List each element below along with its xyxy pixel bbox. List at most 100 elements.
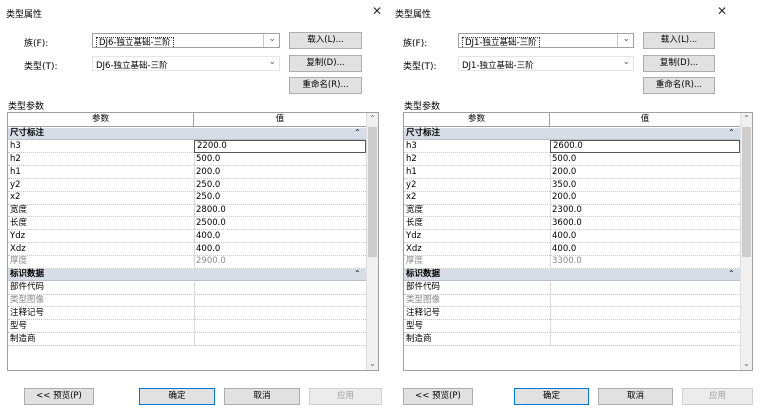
- parameter-value[interactable]: 200.0: [194, 167, 366, 179]
- parameter-value[interactable]: [194, 321, 366, 333]
- parameter-row[interactable]: Ydz 400.0: [8, 230, 366, 243]
- parameter-row[interactable]: h3 2200.0: [8, 140, 366, 154]
- parameter-row[interactable]: h1 200.0: [8, 166, 366, 179]
- group-row[interactable]: 尺寸标注 ⌃: [404, 127, 740, 141]
- parameter-row[interactable]: 制造商: [404, 333, 740, 346]
- parameter-row[interactable]: h2 500.0: [8, 154, 366, 167]
- parameter-value[interactable]: [194, 282, 366, 294]
- parameter-value[interactable]: 2600.0: [550, 140, 740, 153]
- parameter-row[interactable]: 类型图像: [404, 295, 740, 308]
- parameter-value[interactable]: [550, 334, 740, 346]
- parameter-value[interactable]: 2300.0: [550, 205, 740, 217]
- apply-button[interactable]: 应用: [682, 388, 753, 405]
- cancel-button[interactable]: 取消: [598, 388, 673, 405]
- parameter-value[interactable]: [550, 295, 740, 307]
- parameter-value[interactable]: 3600.0: [550, 218, 740, 230]
- parameter-value[interactable]: 2500.0: [194, 218, 366, 230]
- parameter-value[interactable]: [194, 334, 366, 346]
- scroll-up-icon[interactable]: ⌃: [367, 113, 378, 125]
- parameter-value[interactable]: 2800.0: [194, 205, 366, 217]
- group-row[interactable]: 尺寸标注 ⌃: [8, 128, 366, 141]
- scroll-down-icon[interactable]: ⌄: [367, 358, 378, 370]
- parameter-value[interactable]: 400.0: [550, 244, 740, 256]
- double-chevron-up-icon[interactable]: ⌃: [728, 268, 735, 280]
- rename-button[interactable]: 重命名(R)...: [643, 77, 715, 94]
- parameter-value[interactable]: 350.0: [550, 180, 740, 192]
- scroll-up-icon[interactable]: ⌃: [741, 113, 752, 125]
- close-icon[interactable]: ✕: [372, 4, 382, 18]
- parameter-value[interactable]: [550, 308, 740, 320]
- parameter-row[interactable]: 型号: [404, 320, 740, 333]
- parameter-row[interactable]: 注释记号: [404, 308, 740, 321]
- parameter-row[interactable]: 类型图像: [8, 295, 366, 308]
- column-header-parameter[interactable]: 参数: [8, 113, 194, 127]
- parameter-value[interactable]: [550, 282, 740, 294]
- parameter-row[interactable]: h1 200.0: [404, 166, 740, 179]
- ok-button[interactable]: 确定: [514, 388, 589, 405]
- double-chevron-up-icon[interactable]: ⌃: [354, 268, 361, 280]
- chevron-down-icon[interactable]: ⌄: [268, 34, 276, 44]
- parameter-row[interactable]: y2 250.0: [8, 179, 366, 192]
- parameter-value[interactable]: 400.0: [194, 231, 366, 243]
- parameter-value[interactable]: 2900.0: [194, 256, 366, 268]
- parameter-row[interactable]: 部件代码: [8, 282, 366, 295]
- scroll-down-icon[interactable]: ⌄: [741, 358, 752, 370]
- parameter-row[interactable]: h2 500.0: [404, 154, 740, 167]
- parameter-row[interactable]: 宽度 2300.0: [404, 205, 740, 218]
- parameter-row[interactable]: y2 350.0: [404, 179, 740, 192]
- parameter-row[interactable]: 型号: [8, 320, 366, 333]
- parameter-value[interactable]: 250.0: [194, 192, 366, 204]
- cancel-button[interactable]: 取消: [224, 388, 300, 405]
- preview-button[interactable]: << 预览(P): [403, 388, 473, 405]
- parameter-value[interactable]: 500.0: [194, 154, 366, 166]
- type-combo[interactable]: DJ6-独立基础-三阶 ⌄: [92, 56, 280, 71]
- duplicate-button[interactable]: 复制(D)...: [643, 55, 715, 72]
- parameter-row[interactable]: h3 2600.0: [404, 140, 740, 154]
- parameter-row[interactable]: 长度 3600.0: [404, 218, 740, 231]
- load-button[interactable]: 载入(L)...: [289, 32, 362, 49]
- parameter-row[interactable]: x2 250.0: [8, 192, 366, 205]
- parameter-value[interactable]: 400.0: [194, 244, 366, 256]
- family-combo[interactable]: DJ1-独立基础-三阶 ⌄: [458, 33, 634, 48]
- scrollbar-thumb[interactable]: [368, 127, 377, 257]
- scrollbar-thumb[interactable]: [742, 127, 751, 257]
- group-row[interactable]: 标识数据 ⌃: [8, 268, 366, 282]
- load-button[interactable]: 载入(L)...: [643, 32, 715, 49]
- parameter-value[interactable]: 200.0: [550, 192, 740, 204]
- parameter-value[interactable]: 250.0: [194, 180, 366, 192]
- parameter-value[interactable]: 400.0: [550, 231, 740, 243]
- duplicate-button[interactable]: 复制(D)...: [289, 55, 362, 72]
- family-combo[interactable]: DJ6-独立基础-三阶 ⌄: [92, 33, 280, 48]
- parameter-value[interactable]: [550, 321, 740, 333]
- chevron-down-icon[interactable]: ⌄: [268, 57, 276, 67]
- close-icon[interactable]: ✕: [717, 4, 727, 18]
- parameter-value[interactable]: 2200.0: [194, 140, 366, 153]
- preview-button[interactable]: << 预览(P): [24, 388, 94, 405]
- parameter-row[interactable]: Xdz 400.0: [8, 243, 366, 256]
- parameter-row[interactable]: 厚度 3300.0: [404, 256, 740, 269]
- parameter-value[interactable]: [194, 295, 366, 307]
- parameter-row[interactable]: 部件代码: [404, 282, 740, 295]
- parameter-row[interactable]: x2 200.0: [404, 192, 740, 205]
- parameter-row[interactable]: Xdz 400.0: [404, 243, 740, 256]
- vertical-scrollbar[interactable]: ⌃ ⌄: [740, 113, 752, 370]
- ok-button[interactable]: 确定: [139, 388, 215, 405]
- parameter-value[interactable]: [194, 308, 366, 320]
- parameter-value[interactable]: 200.0: [550, 167, 740, 179]
- column-header-value[interactable]: 值: [194, 113, 366, 127]
- rename-button[interactable]: 重命名(R)...: [289, 77, 362, 94]
- parameter-row[interactable]: Ydz 400.0: [404, 230, 740, 243]
- chevron-down-icon[interactable]: ⌄: [622, 34, 630, 44]
- group-row[interactable]: 标识数据 ⌃: [404, 268, 740, 282]
- parameter-value[interactable]: 3300.0: [550, 256, 740, 268]
- chevron-down-icon[interactable]: ⌄: [622, 57, 630, 67]
- parameter-row[interactable]: 注释记号: [8, 308, 366, 321]
- parameter-row[interactable]: 厚度 2900.0: [8, 256, 366, 269]
- double-chevron-up-icon[interactable]: ⌃: [728, 127, 735, 139]
- parameter-row[interactable]: 宽度 2800.0: [8, 205, 366, 218]
- column-header-parameter[interactable]: 参数: [404, 113, 550, 127]
- type-combo[interactable]: DJ1-独立基础-三阶 ⌄: [458, 56, 634, 71]
- column-header-value[interactable]: 值: [550, 113, 740, 127]
- parameter-row[interactable]: 长度 2500.0: [8, 218, 366, 231]
- apply-button[interactable]: 应用: [309, 388, 382, 405]
